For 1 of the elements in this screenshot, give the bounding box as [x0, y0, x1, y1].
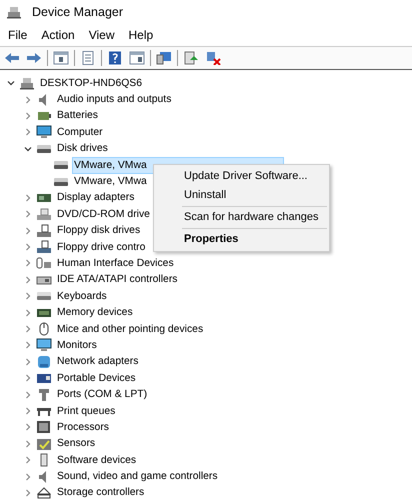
window-title: Device Manager	[32, 5, 124, 19]
